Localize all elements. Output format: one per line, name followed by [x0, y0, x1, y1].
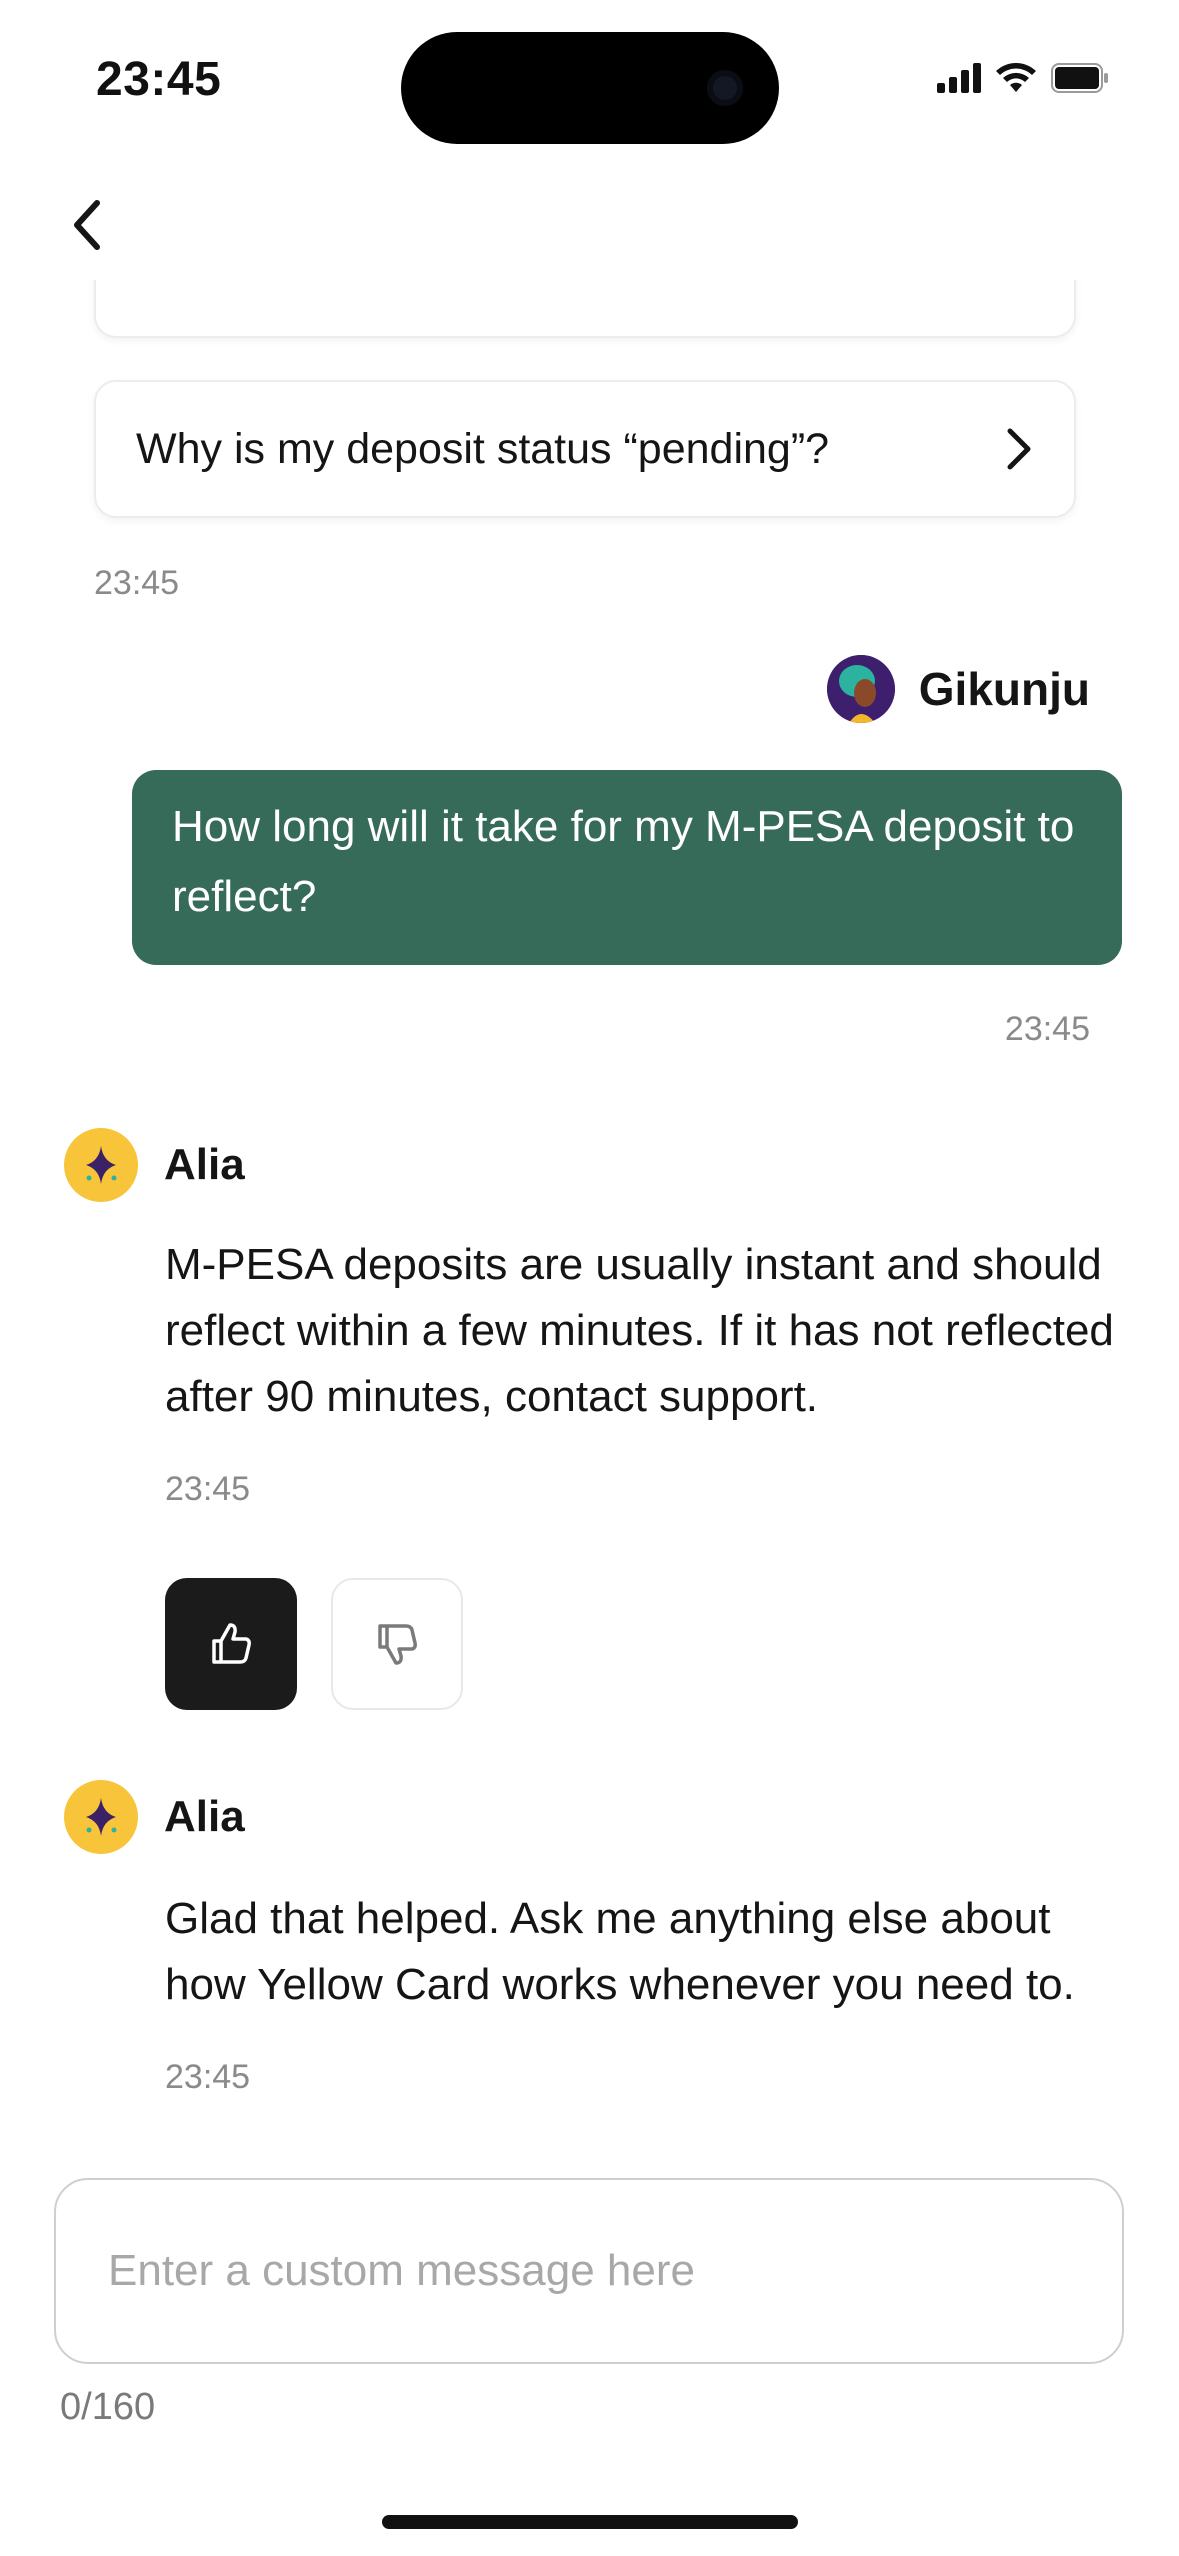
thumbs-down-icon: [378, 1624, 417, 1665]
avatar: [64, 1780, 138, 1854]
bot-message-header: Alia: [64, 1128, 245, 1202]
chevron-right-icon: [1007, 428, 1031, 470]
bot-message-text: M-PESA deposits are usually instant and …: [165, 1240, 1114, 1421]
suggestion-card[interactable]: Why is my deposit status “pending”?: [94, 380, 1076, 518]
bot-message-text: Glad that helped. Ask me anything else a…: [165, 1894, 1075, 2009]
chat-messages[interactable]: Why is my deposit status “pending”? 23:4…: [0, 280, 1179, 2140]
status-icons: [937, 62, 1109, 94]
thumbs-up-button[interactable]: [165, 1578, 297, 1710]
sparkle-icon: [86, 1798, 117, 1836]
home-indicator[interactable]: [382, 2515, 798, 2529]
thumbs-down-button[interactable]: [331, 1578, 463, 1710]
battery-icon: [1051, 63, 1108, 93]
avatar: [64, 1128, 138, 1202]
cellular-signal-icon: [937, 63, 981, 93]
character-counter: 0/160: [60, 2386, 156, 2428]
suggestion-card[interactable]: [94, 280, 1076, 338]
user-avatar-illustration: [826, 655, 895, 723]
wifi-icon: [996, 63, 1036, 92]
status-time: 23:45: [96, 53, 222, 106]
feedback-buttons: [165, 1578, 463, 1710]
dynamic-island: [401, 32, 779, 144]
bot-message-header: Alia: [64, 1780, 245, 1854]
user-message-bubble: How long will it take for my M-PESA depo…: [132, 770, 1122, 965]
camera-icon: [707, 70, 743, 106]
user-name: Gikunju: [918, 663, 1090, 715]
bot-name: Alia: [164, 1140, 245, 1189]
user-message-header: Gikunju: [826, 655, 1090, 723]
message-timestamp: 23:45: [165, 1470, 251, 1508]
chat-screen: 23:45 Why is my deposit status “pending”…: [0, 0, 1179, 2556]
chevron-left-icon: [74, 200, 100, 250]
back-button[interactable]: [52, 190, 122, 260]
thumbs-up-icon: [212, 1623, 251, 1664]
bot-name: Alia: [164, 1792, 245, 1841]
message-input[interactable]: [106, 2245, 1072, 2297]
sparkle-icon: [86, 1146, 117, 1184]
message-input-container: [54, 2178, 1124, 2364]
avatar: [826, 655, 895, 723]
suggestion-label: Why is my deposit status “pending”?: [136, 424, 830, 473]
message-timestamp: 23:45: [165, 2058, 251, 2096]
message-timestamp: 23:45: [94, 564, 180, 602]
message-timestamp: 23:45: [1004, 1010, 1090, 1048]
